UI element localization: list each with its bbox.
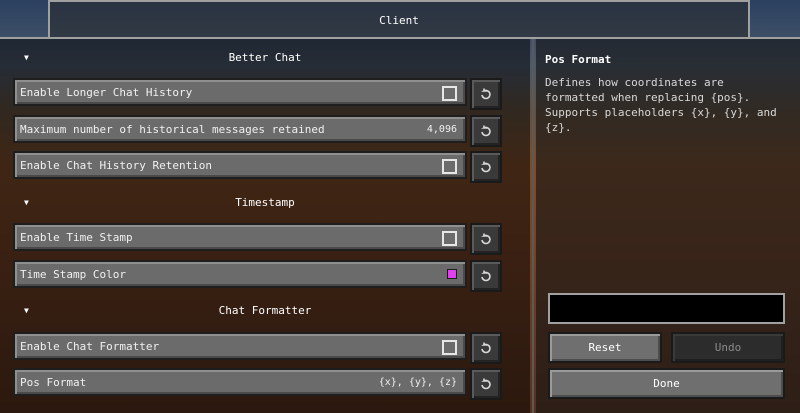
option-checkbox[interactable] [442, 231, 457, 246]
reset-arrow-icon [480, 125, 491, 137]
option-checkbox[interactable] [442, 159, 457, 174]
option-checkbox[interactable] [442, 340, 457, 355]
option-row-time-stamp-color[interactable]: Time Stamp Color [13, 260, 467, 288]
option-row-enable-chat-formatter[interactable]: Enable Chat Formatter [13, 332, 467, 360]
reset-button[interactable] [470, 332, 502, 364]
option-checkbox[interactable] [442, 86, 457, 101]
section-chat-formatter[interactable]: ▼ Chat Formatter [0, 302, 530, 322]
reset-arrow-icon [480, 342, 491, 354]
reset-button[interactable] [470, 260, 502, 292]
options-list-scrollbar[interactable] [532, 39, 534, 413]
section-title: Better Chat [228, 51, 302, 64]
option-label: Enable Chat Formatter [20, 340, 160, 353]
reset-arrow-icon [480, 88, 491, 100]
option-label: Maximum number of historical messages re… [20, 123, 325, 136]
option-label: Enable Time Stamp [20, 231, 133, 244]
reset-button[interactable] [470, 368, 502, 400]
pos-format-input[interactable] [548, 293, 785, 324]
option-value: {x}, {y}, {z} [378, 377, 457, 388]
undo-button[interactable]: Undo [671, 332, 785, 363]
reset-arrow-icon [480, 270, 491, 282]
reset-button[interactable] [470, 78, 502, 110]
panel-title: Pos Format [545, 53, 612, 66]
done-button[interactable]: Done [548, 368, 785, 399]
reset-arrow-icon [480, 378, 491, 390]
section-title: Chat Formatter [218, 304, 312, 317]
reset-button[interactable] [470, 151, 502, 183]
reset-all-button[interactable]: Reset [548, 332, 662, 363]
tab-client[interactable]: Client [48, 0, 750, 37]
option-label: Pos Format [20, 376, 87, 389]
reset-arrow-icon [480, 161, 491, 173]
section-title: Timestamp [235, 196, 295, 209]
reset-arrow-icon [480, 233, 491, 245]
option-row-enable-longer-chat-history[interactable]: Enable Longer Chat History [13, 78, 467, 106]
option-row-pos-format[interactable]: Pos Format {x}, {y}, {z} [13, 368, 467, 396]
option-value: 4,096 [426, 124, 457, 135]
color-swatch[interactable] [447, 269, 457, 279]
section-better-chat[interactable]: ▼ Better Chat [0, 49, 530, 69]
option-row-enable-time-stamp[interactable]: Enable Time Stamp [13, 223, 467, 251]
section-timestamp[interactable]: ▼ Timestamp [0, 194, 530, 214]
reset-button[interactable] [470, 223, 502, 255]
option-row-max-historical-messages[interactable]: Maximum number of historical messages re… [13, 115, 467, 143]
option-label: Time Stamp Color [20, 268, 126, 281]
panel-description: Defines how coordinates are formatted wh… [545, 76, 777, 134]
option-label: Enable Longer Chat History [20, 86, 193, 99]
tab-client-label: Client [379, 14, 419, 27]
option-row-enable-chat-history-retention[interactable]: Enable Chat History Retention [13, 151, 467, 179]
reset-button[interactable] [470, 115, 502, 147]
option-label: Enable Chat History Retention [20, 159, 213, 172]
